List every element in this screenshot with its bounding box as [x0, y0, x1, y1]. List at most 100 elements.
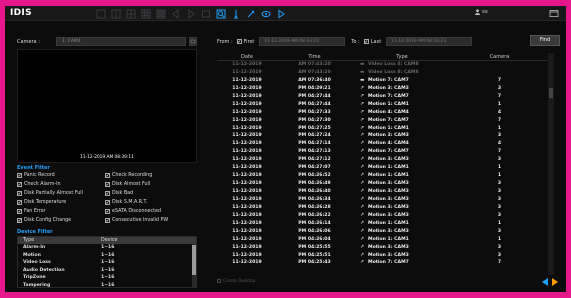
- event-log-row[interactable]: 11-12-2019 PM 04:26:52 ↗ Motion 1: CAM1 1: [217, 172, 547, 180]
- event-filter-item[interactable]: ✔ Fan Error: [17, 208, 105, 215]
- device-scrollbar-thumb[interactable]: [192, 245, 196, 275]
- event-log-row[interactable]: 11-12-2019 PM 04:27:13 ↗ Motion 7: CAM7 7: [217, 148, 547, 156]
- col-date[interactable]: Date: [217, 53, 277, 60]
- event-filter-checkbox[interactable]: ✔: [17, 218, 22, 223]
- device-col-device: Device: [101, 238, 118, 243]
- col-type[interactable]: Type: [352, 53, 452, 60]
- event-log-row[interactable]: 11-12-2019 PM 04:27:44 ↗ Motion 7: CAM7 7: [217, 93, 547, 101]
- to-datetime[interactable]: 11-12-2019 AM 08:33:23: [386, 37, 473, 46]
- event-filter-checkbox[interactable]: ✔: [105, 173, 110, 178]
- event-log-row[interactable]: 11-12-2019 PM 04:25:51 ↗ Motion 3: CAM3 3: [217, 252, 547, 260]
- event-log-row[interactable]: 11-12-2019 PM 04:27:14 ↗ Motion 4: CAM4 4: [217, 140, 547, 148]
- log-scrollbar[interactable]: [548, 53, 554, 275]
- layout-16-icon[interactable]: [155, 8, 166, 19]
- event-filter-item[interactable]: ✔ Panic Record: [17, 172, 105, 179]
- pin-icon[interactable]: [245, 8, 256, 19]
- window-icon[interactable]: [549, 9, 559, 18]
- col-camera[interactable]: Camera: [452, 53, 547, 60]
- event-filter-item[interactable]: ✔ Check Alarm-In: [17, 181, 105, 188]
- last-checkbox[interactable]: ✔: [363, 39, 369, 44]
- search-icon[interactable]: [215, 8, 226, 19]
- device-filter-row[interactable]: Motion 1~16: [18, 252, 196, 260]
- event-filter-checkbox[interactable]: ✔: [17, 209, 22, 214]
- event-log-row[interactable]: 11-12-2019 PM 04:26:14 ↗ Motion 1: CAM1 1: [217, 220, 547, 228]
- event-log-row[interactable]: 11-12-2019 PM 04:26:22 ↗ Motion 3: CAM3 3: [217, 212, 547, 220]
- event-log-row[interactable]: 11-12-2019 PM 04:27:25 ↗ Motion 1: CAM1 1: [217, 125, 547, 133]
- event-filter-item[interactable]: ✔ Check Recording: [105, 172, 197, 179]
- layout-1-icon[interactable]: [95, 8, 106, 19]
- first-checkbox[interactable]: ✔: [236, 39, 242, 44]
- event-filter-item[interactable]: ✔ Disk S.M.A.R.T.: [105, 199, 197, 206]
- event-log-row[interactable]: 11-12-2019 AM 07:43:20 ▬ Video Loss 8: CAM8: [217, 61, 547, 69]
- fullscreen-icon[interactable]: [200, 8, 211, 19]
- layout-prev-icon[interactable]: [170, 8, 181, 19]
- event-log-row[interactable]: 11-12-2019 PM 04:27:30 ↗ Motion 7: CAM7 7: [217, 117, 547, 125]
- motion-icon: ↗: [360, 109, 364, 115]
- log-camera-cell: 1: [497, 220, 502, 226]
- event-log-row[interactable]: 11-12-2019 AM 07:43:20 ▬ Video Loss 8: CAM8: [217, 69, 547, 77]
- device-filter-row[interactable]: Alarm-In 1~16: [18, 244, 196, 252]
- event-filter-checkbox[interactable]: ✔: [17, 191, 22, 196]
- event-filter-checkbox[interactable]: ✔: [105, 209, 110, 214]
- camera-select[interactable]: 1. CAM1: [56, 37, 186, 46]
- log-camera-cell: 3: [497, 244, 502, 250]
- event-filter-checkbox[interactable]: ✔: [17, 173, 22, 178]
- event-filter-checkbox[interactable]: ✔: [105, 191, 110, 196]
- log-type-cell: ↗ Motion 3: CAM3: [352, 156, 452, 164]
- event-log-row[interactable]: 11-12-2019 PM 04:26:34 ↗ Motion 3: CAM3 3: [217, 196, 547, 204]
- camera-options-icon[interactable]: [189, 37, 197, 46]
- layout-9-icon[interactable]: [140, 8, 151, 19]
- log-scrollbar-thumb[interactable]: [549, 88, 553, 98]
- alarm-icon[interactable]: [230, 8, 241, 19]
- event-filter-item[interactable]: ✔ Consecutive Invalid PW: [105, 217, 197, 224]
- event-log-row[interactable]: 11-12-2019 PM 04:26:49 ↗ Motion 3: CAM3 3: [217, 180, 547, 188]
- prev-page-icon[interactable]: [542, 278, 548, 286]
- log-date-cell: 11-12-2019: [232, 236, 262, 242]
- device-filter-row[interactable]: TripZone 1~16: [18, 274, 196, 282]
- event-log-row[interactable]: 11-12-2019 PM 04:27:12 ↗ Motion 3: CAM3 3: [217, 156, 547, 164]
- event-filter-item[interactable]: ✔ Disk Almost Full: [105, 181, 197, 188]
- col-time[interactable]: Time: [277, 53, 352, 60]
- next-page-icon[interactable]: [552, 278, 558, 286]
- event-log-row[interactable]: 11-12-2019 PM 04:26:40 ↗ Motion 3: CAM3 3: [217, 188, 547, 196]
- from-datetime[interactable]: 11-12-2019 AM 08:33:23: [259, 37, 346, 46]
- log-type-cell: ↗ Motion 3: CAM3: [352, 252, 452, 260]
- from-label: From :: [217, 38, 233, 45]
- event-log-row[interactable]: 11-12-2019 PM 04:29:21 ↗ Motion 3: CAM3 3: [217, 85, 547, 93]
- event-filter-item[interactable]: ✔ eSATA Disconnected: [105, 208, 197, 215]
- view-icon[interactable]: [260, 8, 271, 19]
- device-filter-row[interactable]: Audio Detection 1~16: [18, 267, 196, 275]
- event-filter-item[interactable]: ✔ Disk Config Change: [17, 217, 105, 224]
- event-log-row[interactable]: 11-12-2019 AM 07:36:40 ▬ Motion 7: CAM7 7: [217, 77, 547, 85]
- event-log-row[interactable]: 11-12-2019 PM 04:25:43 ↗ Motion 7: CAM7 7: [217, 259, 547, 267]
- create-desktop-option[interactable]: Create Desktop: [217, 278, 256, 283]
- event-filter-item[interactable]: ✔ Disk Bad: [105, 190, 197, 197]
- event-log-row[interactable]: 11-12-2019 PM 04:27:33 ↗ Motion 4: CAM4 4: [217, 109, 547, 117]
- device-col-type: Type: [23, 238, 35, 243]
- device-filter-row[interactable]: Video Loss 1~16: [18, 259, 196, 267]
- event-log-row[interactable]: 11-12-2019 PM 04:26:04 ↗ Motion 1: CAM1 1: [217, 236, 547, 244]
- layout-2-icon[interactable]: [110, 8, 121, 19]
- layout-next-icon[interactable]: [185, 8, 196, 19]
- event-log-row[interactable]: 11-12-2019 PM 04:26:06 ↗ Motion 3: CAM3 3: [217, 228, 547, 236]
- event-log-row[interactable]: 11-12-2019 PM 04:27:44 ↗ Motion 1: CAM1 1: [217, 101, 547, 109]
- play-icon[interactable]: [275, 8, 286, 19]
- device-filter-row[interactable]: Tampering 1~16: [18, 282, 196, 288]
- event-log-row[interactable]: 11-12-2019 PM 04:25:55 ↗ Motion 3: CAM3 3: [217, 244, 547, 252]
- find-button[interactable]: Find: [530, 35, 560, 46]
- event-filter-label: Check Alarm-In: [24, 182, 61, 187]
- create-desktop-checkbox[interactable]: [217, 278, 221, 283]
- layout-4-icon[interactable]: [125, 8, 136, 19]
- event-filter-checkbox[interactable]: ✔: [105, 182, 110, 187]
- event-filter-item[interactable]: ✔ Disk Partially Almost Full: [17, 190, 105, 197]
- event-filter-checkbox[interactable]: ✔: [17, 200, 22, 205]
- device-filter-header: Type Device: [18, 237, 196, 244]
- event-filter-checkbox[interactable]: ✔: [17, 182, 22, 187]
- event-filter-item[interactable]: ✔ Disk Temperature: [17, 199, 105, 206]
- time-filter-bar: From : ✔ First 11-12-2019 AM 08:33:23 To…: [217, 36, 561, 47]
- event-log-row[interactable]: 11-12-2019 PM 04:27:24 ↗ Motion 3: CAM3 3: [217, 132, 547, 140]
- event-filter-checkbox[interactable]: ✔: [105, 200, 110, 205]
- event-log-row[interactable]: 11-12-2019 PM 04:26:28 ↗ Motion 3: CAM3 3: [217, 204, 547, 212]
- event-log-row[interactable]: 11-12-2019 PM 04:27:07 ↗ Motion 1: CAM1 1: [217, 164, 547, 172]
- event-filter-checkbox[interactable]: ✔: [105, 218, 110, 223]
